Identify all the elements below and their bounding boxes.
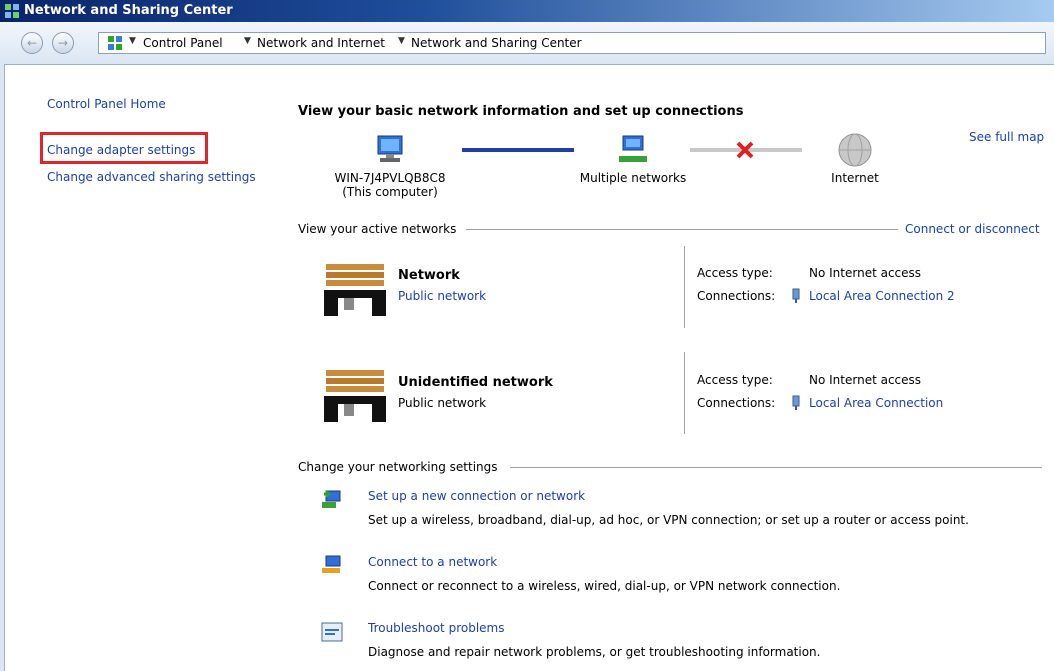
error-x-icon bbox=[736, 141, 754, 159]
breadcrumb-network-internet[interactable]: Network and Internet bbox=[257, 36, 385, 50]
page-title: View your basic network information and … bbox=[298, 104, 744, 119]
map-internet[interactable]: Internet bbox=[805, 132, 905, 185]
connection-link[interactable]: Local Area Connection 2 bbox=[809, 289, 955, 303]
breadcrumb[interactable]: ▼ Control Panel ▼ Network and Internet ▼… bbox=[98, 32, 1046, 54]
divider bbox=[684, 352, 685, 434]
access-type-value: No Internet access bbox=[809, 266, 922, 280]
internet-label: Internet bbox=[831, 171, 879, 185]
connect-network-icon bbox=[322, 555, 341, 573]
troubleshoot-problems-link[interactable]: Troubleshoot problems bbox=[368, 621, 504, 635]
back-button[interactable]: ← bbox=[21, 32, 43, 54]
network-name: Unidentified network bbox=[398, 375, 553, 390]
access-type-label: Access type: bbox=[697, 266, 773, 280]
divider bbox=[510, 467, 1042, 468]
globe-icon bbox=[838, 133, 872, 167]
bench-icon bbox=[324, 370, 386, 422]
set-up-connection-link[interactable]: Set up a new connection or network bbox=[368, 489, 585, 503]
network-center-icon bbox=[5, 4, 19, 18]
network-name: Network bbox=[398, 268, 460, 283]
connections-label: Connections: bbox=[697, 396, 776, 410]
chevron-down-icon[interactable]: ▼ bbox=[244, 36, 251, 46]
task-description: Set up a wireless, broadband, dial-up, a… bbox=[368, 513, 969, 527]
divider bbox=[466, 229, 898, 230]
arrow-right-icon: → bbox=[57, 36, 69, 50]
access-type-value: No Internet access bbox=[809, 373, 922, 387]
connect-to-network-link[interactable]: Connect to a network bbox=[368, 555, 497, 569]
breadcrumb-network-sharing[interactable]: Network and Sharing Center bbox=[411, 36, 582, 50]
see-full-map-link[interactable]: See full map bbox=[969, 130, 1044, 144]
divider bbox=[684, 246, 685, 328]
window-titlebar: Network and Sharing Center bbox=[0, 0, 1054, 22]
window-frame bbox=[0, 64, 5, 671]
chevron-down-icon[interactable]: ▼ bbox=[129, 36, 136, 46]
arrow-left-icon: ← bbox=[26, 36, 38, 50]
computer-icon bbox=[377, 135, 403, 162]
highlight-annotation bbox=[40, 132, 208, 164]
connection-link[interactable]: Local Area Connection bbox=[809, 396, 943, 410]
networks-icon bbox=[619, 135, 647, 162]
map-computer[interactable]: WIN-7J4PVLQB8C8 (This computer) bbox=[330, 132, 450, 199]
networking-settings-label: Change your networking settings bbox=[298, 460, 498, 474]
chevron-down-icon[interactable]: ▼ bbox=[398, 36, 405, 46]
sidebar-item-change-advanced-sharing[interactable]: Change advanced sharing settings bbox=[47, 170, 256, 184]
network-center-icon bbox=[108, 36, 122, 50]
connection-line bbox=[462, 148, 574, 152]
computer-subtitle: (This computer) bbox=[342, 185, 438, 199]
sidebar-item-control-panel-home[interactable]: Control Panel Home bbox=[47, 97, 166, 111]
access-type-label: Access type: bbox=[697, 373, 773, 387]
forward-button[interactable]: → bbox=[52, 32, 74, 54]
ethernet-icon bbox=[792, 288, 800, 303]
active-networks-label: View your active networks bbox=[298, 222, 457, 236]
computer-name: WIN-7J4PVLQB8C8 bbox=[334, 171, 446, 185]
connections-label: Connections: bbox=[697, 289, 776, 303]
network-type-link[interactable]: Public network bbox=[398, 289, 486, 303]
address-bar: ← → ▼ Control Panel ▼ Network and Intern… bbox=[0, 22, 1054, 65]
troubleshoot-icon bbox=[321, 622, 343, 642]
networks-label: Multiple networks bbox=[579, 171, 687, 185]
new-connection-icon bbox=[322, 490, 341, 508]
breadcrumb-control-panel[interactable]: Control Panel bbox=[143, 36, 223, 50]
task-description: Connect or reconnect to a wireless, wire… bbox=[368, 579, 841, 593]
window-title: Network and Sharing Center bbox=[24, 3, 233, 18]
ethernet-icon bbox=[792, 395, 800, 410]
task-description: Diagnose and repair network problems, or… bbox=[368, 645, 821, 659]
bench-icon bbox=[324, 264, 386, 316]
connect-or-disconnect-link[interactable]: Connect or disconnect bbox=[905, 222, 1040, 236]
network-type: Public network bbox=[398, 396, 487, 410]
map-multiple-networks[interactable]: Multiple networks bbox=[568, 132, 698, 185]
